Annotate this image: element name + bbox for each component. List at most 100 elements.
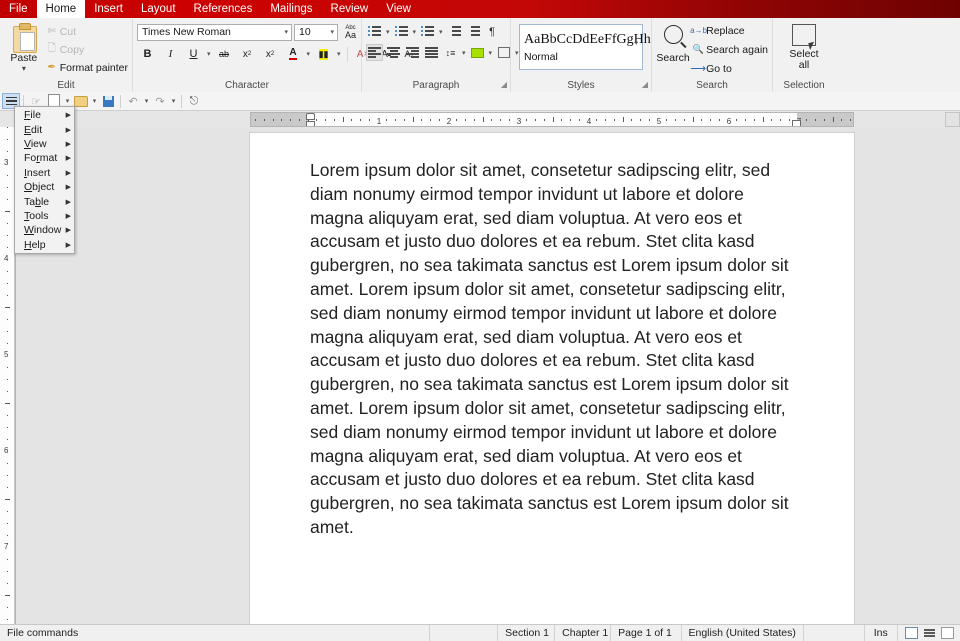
document-canvas[interactable]: Lorem ipsum dolor sit amet, consetetur s… [16,127,960,624]
bullet-list-button[interactable] [366,23,383,40]
change-case-button[interactable]: Abc Aa [340,23,361,41]
status-page[interactable]: Page 1 of 1 [611,625,682,641]
tab-insert[interactable]: Insert [85,0,132,18]
align-center-button[interactable] [385,44,402,61]
paste-button[interactable]: Paste ▾ [4,21,44,73]
document-page[interactable]: Lorem ipsum dolor sit amet, consetetur s… [250,133,854,624]
tab-file[interactable]: File [0,0,37,18]
align-left-button[interactable] [366,44,383,61]
chevron-down-icon[interactable]: ▾ [22,65,26,73]
strikethrough-button[interactable]: ab [214,45,235,63]
chevron-down-icon[interactable]: ▾ [336,50,342,58]
chevron-down-icon[interactable]: ▾ [206,50,212,58]
chevron-down-icon[interactable]: ▾ [488,49,494,57]
tab-home[interactable]: Home [36,0,86,18]
replace-button[interactable]: a→b Replace [690,23,768,38]
style-gallery-item-normal[interactable]: AaBbCcDdEeFfGgHh Normal ▾ [519,24,651,70]
chevron-down-icon[interactable]: ▾ [412,28,418,36]
format-painter-button[interactable]: ✒ Format painter [44,60,128,75]
menu-item-help[interactable]: Help ▶ [15,238,74,252]
hruler-dot [570,119,571,121]
formatting-marks-button[interactable]: ¶ [484,23,501,40]
line-spacing-button[interactable]: ↕≡ [442,44,459,61]
highlight-color-button[interactable]: ▮▮ [313,45,334,63]
outline-list-button[interactable] [419,23,436,40]
chevron-down-icon[interactable]: ▾ [461,49,467,57]
menu-item-format[interactable]: Format ▶ [15,151,74,165]
chevron-down-icon[interactable]: ▾ [306,50,312,58]
font-size-input[interactable]: 10 ▾ [294,23,338,41]
replace-label: Replace [706,24,745,37]
cut-button[interactable]: ✄ Cut [44,24,128,39]
chevron-down-icon[interactable]: ▾ [63,97,72,105]
status-section[interactable]: Section 1 [498,625,556,641]
justify-button[interactable] [423,44,440,61]
go-to-button[interactable]: ⟶ Go to [690,61,768,76]
hruler-dot [412,117,414,122]
bold-button[interactable]: B [137,45,158,63]
tab-references[interactable]: References [185,0,262,18]
chevron-down-icon[interactable]: ▾ [438,28,444,36]
increase-indent-button[interactable] [465,23,482,40]
menu-item-window[interactable]: Window ▶ [15,223,74,237]
select-all-button[interactable]: Select all [789,49,818,71]
right-indent-marker[interactable] [792,120,801,126]
align-right-button[interactable] [404,44,421,61]
chevron-down-icon[interactable]: ▾ [90,97,99,105]
decrease-indent-button[interactable] [446,23,463,40]
menu-item-insert[interactable]: Insert ▶ [15,166,74,180]
menu-item-view[interactable]: View ▶ [15,137,74,151]
font-color-button[interactable]: A [283,45,304,63]
web-layout-view-button[interactable] [940,627,954,639]
print-layout-view-button[interactable] [904,627,918,639]
menu-item-tools[interactable]: Tools ▶ [15,209,74,223]
status-insert-mode[interactable]: Ins [865,625,898,641]
italic-button[interactable]: I [160,45,181,63]
menu-item-file[interactable]: File ▶ [15,108,74,122]
vruler-dot [6,367,8,368]
hruler-dot [360,119,361,121]
vruler-dot [6,223,8,224]
redo-button[interactable]: ↷ [151,93,169,109]
search-button[interactable]: Search [656,21,690,64]
tab-layout[interactable]: Layout [132,0,185,18]
tab-review[interactable]: Review [322,0,378,18]
undo-button[interactable]: ↶ [124,93,142,109]
hruler-dot [596,119,598,121]
chevron-down-icon[interactable]: ▾ [633,39,639,47]
tab-mailings[interactable]: Mailings [261,0,321,18]
tab-view[interactable]: View [377,0,420,18]
numbered-list-button[interactable] [393,23,410,40]
save-document-button[interactable] [99,93,117,109]
menu-item-object[interactable]: Object ▶ [15,180,74,194]
status-wordcount[interactable] [430,625,499,641]
paragraph-shading-button[interactable] [469,44,486,61]
chevron-down-icon[interactable]: ▾ [385,28,391,36]
chevron-down-icon[interactable]: ▾ [142,97,151,105]
menu-item-edit[interactable]: Edit ▶ [15,122,74,136]
group-title-styles: Styles ◢ [511,79,651,92]
horizontal-ruler[interactable]: 1234567 [250,112,854,127]
subscript-button[interactable]: x2 [237,45,258,63]
select-tool-button[interactable]: ⎋ [185,93,203,109]
copy-button[interactable]: 🗋 Copy [44,42,128,57]
paragraph-dialog-launcher[interactable]: ◢ [501,78,507,91]
styles-dialog-launcher[interactable]: ◢ [642,78,648,91]
menu-item-table[interactable]: Table ▶ [15,194,74,208]
group-title-styles-label: Styles [567,80,595,91]
hruler-dot [281,119,283,121]
document-paragraph[interactable]: Lorem ipsum dolor sit amet, consetetur s… [250,133,854,540]
chevron-down-icon[interactable]: ▾ [169,97,178,105]
vruler-dot [6,235,8,236]
chevron-down-icon[interactable]: ▾ [283,28,289,36]
chevron-down-icon[interactable]: ▾ [329,28,335,36]
status-language[interactable]: English (United States) [682,625,804,641]
font-name-input[interactable]: Times New Roman ▾ [137,23,292,41]
first-line-indent-marker[interactable] [306,113,315,120]
underline-button[interactable]: U [183,45,204,63]
multi-page-view-button[interactable] [922,627,936,639]
search-again-button[interactable]: 🔍 Search again [690,42,769,57]
status-chapter[interactable]: Chapter 1 [555,625,612,641]
borders-button[interactable] [495,44,512,61]
superscript-button[interactable]: x2 [260,45,281,63]
